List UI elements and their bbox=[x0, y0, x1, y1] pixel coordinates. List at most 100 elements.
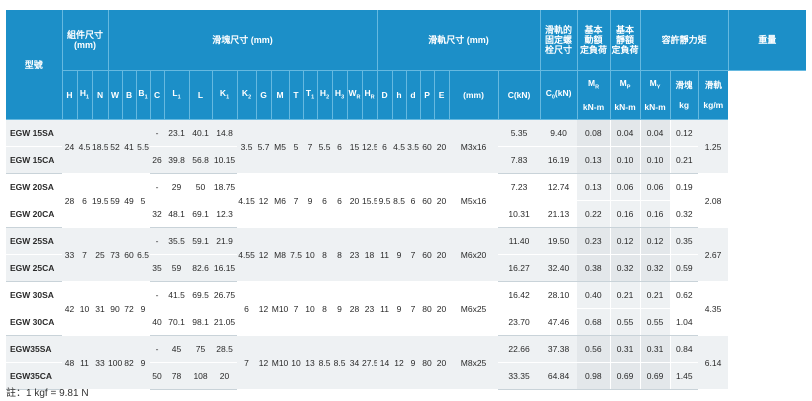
cell-H3: 8.5 bbox=[332, 335, 348, 390]
cell-W: 59 bbox=[108, 173, 123, 228]
cell-B: 82 bbox=[122, 335, 137, 390]
cell-N: 31 bbox=[92, 281, 109, 336]
cell-K1: 21.05 bbox=[212, 308, 238, 336]
cell-L1: 48.1 bbox=[164, 200, 190, 228]
cell-dynamic-load: 23.70 bbox=[498, 308, 541, 336]
cell-H1: 6 bbox=[77, 173, 92, 228]
cell-dynamic-load: 22.66 bbox=[498, 335, 541, 363]
cell-P: 60 bbox=[420, 119, 435, 174]
cell-d: 7 bbox=[406, 281, 421, 336]
cell-static-load: 28.10 bbox=[540, 281, 578, 309]
cell-E: 20 bbox=[434, 119, 450, 174]
table-row: EGW 20SA 28 6 19.5 59 49 5-29 50 18.75 4.15 12 M6 7 9… bbox=[6, 173, 806, 228]
cell-model: EGW 25SA bbox=[6, 227, 62, 255]
cell-WR: 28 bbox=[347, 281, 363, 336]
cell-bolt: M5x16 bbox=[449, 173, 499, 228]
cell-K1: 26.75 bbox=[212, 281, 238, 309]
table-row: EGW35SA 48 11 33 100 82 9-45 75 28.5 7 12 M10 10 13 8.… bbox=[6, 335, 806, 390]
cell-rail-weight: 4.35 bbox=[698, 281, 729, 336]
cell-h: 4.5 bbox=[392, 119, 407, 174]
cell-HR: 15.5 bbox=[362, 173, 378, 228]
cell-C: 32 bbox=[150, 200, 165, 228]
cell-WR: 23 bbox=[347, 227, 363, 282]
cell-model: EGW 30SA bbox=[6, 281, 62, 309]
cell-L: 69.1 bbox=[189, 200, 213, 228]
cell-MY: 0.16 bbox=[640, 200, 671, 228]
col-T1: T1 bbox=[303, 70, 318, 120]
header-static-load: 基本 靜額 定負荷 bbox=[610, 10, 641, 71]
cell-dynamic-load: 16.27 bbox=[498, 254, 541, 282]
cell-static-load: 47.46 bbox=[540, 308, 578, 336]
cell-P: 60 bbox=[420, 227, 435, 282]
cell-L1: 23.1 bbox=[164, 119, 190, 147]
table-row: EGW 15SA 24 4.5 18.5 52 41 5.5-23.1 40.1 14.8 3.5… bbox=[6, 119, 806, 174]
cell-G: 12 bbox=[256, 281, 272, 336]
cell-H2: 8 bbox=[317, 281, 333, 336]
cell-H1: 11 bbox=[77, 335, 92, 390]
footnote: 註：1 kgf = 9.81 N bbox=[6, 388, 89, 399]
cell-MP: 0.31 bbox=[610, 335, 641, 363]
cell-h: 12 bbox=[392, 335, 407, 390]
cell-C: - bbox=[150, 119, 165, 147]
cell-MY: 0.55 bbox=[640, 308, 671, 336]
col-H: H bbox=[62, 70, 78, 120]
cell-L: 59.1 bbox=[189, 227, 213, 255]
cell-MY: 0.06 bbox=[640, 173, 671, 201]
cell-WR: 20 bbox=[347, 173, 363, 228]
cell-L1: 70.1 bbox=[164, 308, 190, 336]
cell-B: 72 bbox=[122, 281, 137, 336]
cell-B: 60 bbox=[122, 227, 137, 282]
cell-T1: 10 bbox=[303, 281, 318, 336]
cell-N: 25 bbox=[92, 227, 109, 282]
cell-L1: 45 bbox=[164, 335, 190, 363]
cell-T: 5 bbox=[289, 119, 304, 174]
cell-K1: 16.15 bbox=[212, 254, 238, 282]
cell-H: 28 bbox=[62, 173, 77, 228]
cell-D: 6 bbox=[377, 119, 393, 174]
cell-static-load: 32.40 bbox=[540, 254, 578, 282]
cell-h: 8.5 bbox=[392, 173, 407, 228]
cell-H: 24 bbox=[62, 119, 77, 174]
col-D: D bbox=[377, 70, 393, 120]
cell-T: 10 bbox=[289, 335, 304, 390]
cell-L1: 29 bbox=[164, 173, 190, 201]
cell-C: - bbox=[150, 173, 165, 201]
cell-L1: 39.8 bbox=[164, 146, 190, 174]
cell-W: 52 bbox=[108, 119, 123, 174]
cell-dynamic-load: 16.42 bbox=[498, 281, 541, 309]
cell-P: 60 bbox=[420, 173, 435, 228]
cell-G: 12 bbox=[256, 173, 272, 228]
col-MR: MR kN-m bbox=[577, 70, 611, 120]
cell-L: 82.6 bbox=[189, 254, 213, 282]
cell-L: 108 bbox=[189, 362, 213, 390]
table-row: EGW 25SA 33 7 25 73 60 6.5-35.5 59.1 21.9 4.55 12 M… bbox=[6, 227, 806, 282]
cell-G: 5.7 bbox=[256, 119, 272, 174]
cell-B: 49 bbox=[122, 173, 137, 228]
col-block-weight: 滑塊 kg bbox=[670, 70, 699, 120]
header-block: 滑塊尺寸 (mm) bbox=[108, 10, 378, 71]
cell-MY: 0.32 bbox=[640, 254, 671, 282]
col-B: B bbox=[122, 70, 137, 120]
cell-D: 14 bbox=[377, 335, 393, 390]
cell-static-load: 21.13 bbox=[540, 200, 578, 228]
col-C: C bbox=[150, 70, 165, 120]
cell-block-weight: 0.12 bbox=[670, 119, 699, 147]
cell-block-weight: 0.62 bbox=[670, 281, 699, 309]
cell-L1: 59 bbox=[164, 254, 190, 282]
cell-H1: 10 bbox=[77, 281, 92, 336]
cell-C: - bbox=[150, 335, 165, 363]
cell-block-weight: 0.84 bbox=[670, 335, 699, 363]
cell-MP: 0.55 bbox=[610, 308, 641, 336]
cell-K1: 10.15 bbox=[212, 146, 238, 174]
cell-W: 100 bbox=[108, 335, 123, 390]
cell-rail-weight: 2.08 bbox=[698, 173, 729, 228]
col-K2: K2 bbox=[237, 70, 257, 120]
col-W: W bbox=[108, 70, 123, 120]
cell-HR: 12.5 bbox=[362, 119, 378, 174]
cell-dynamic-load: 11.40 bbox=[498, 227, 541, 255]
cell-MR: 0.13 bbox=[577, 173, 611, 201]
cell-T1: 13 bbox=[303, 335, 318, 390]
cell-block-weight: 1.45 bbox=[670, 362, 699, 390]
cell-C: 50 bbox=[150, 362, 165, 390]
cell-MP: 0.10 bbox=[610, 146, 641, 174]
